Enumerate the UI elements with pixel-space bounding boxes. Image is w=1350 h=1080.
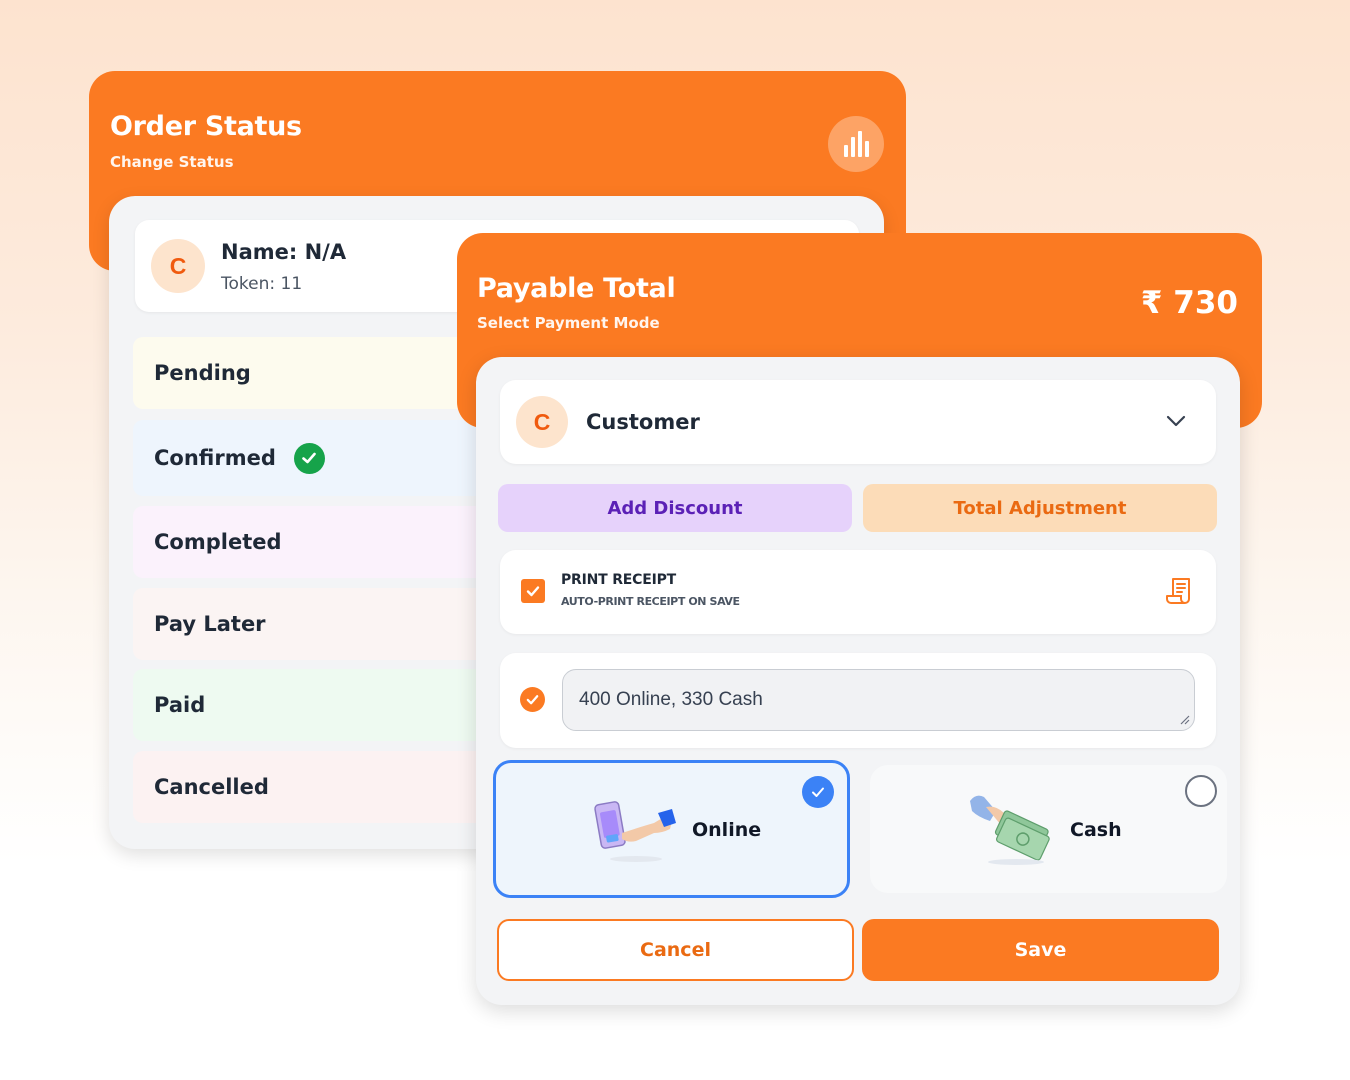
bar-chart-icon-bar xyxy=(850,137,855,157)
customer-name: Name: N/A xyxy=(221,240,347,264)
payment-mode-online[interactable]: Online xyxy=(493,760,850,898)
print-receipt-checkbox[interactable] xyxy=(521,579,545,603)
online-payment-icon xyxy=(594,801,676,862)
payment-note-check[interactable] xyxy=(520,687,545,712)
stats-button[interactable] xyxy=(828,116,884,172)
customer-select[interactable]: C Customer xyxy=(500,380,1216,464)
status-label: Pending xyxy=(154,361,251,385)
avatar: C xyxy=(151,239,205,293)
status-label: Confirmed xyxy=(154,446,276,470)
payment-note-box xyxy=(500,653,1216,748)
total-adjustment-button[interactable]: Total Adjustment xyxy=(863,484,1217,532)
checkmark-icon xyxy=(526,586,540,597)
print-receipt-subtitle: AUTO-PRINT RECEIPT ON SAVE xyxy=(561,595,740,608)
bar-chart-icon-bar xyxy=(864,141,869,157)
selected-check-icon xyxy=(802,776,834,808)
status-label: Cancelled xyxy=(154,775,269,799)
order-status-subtitle: Change Status xyxy=(110,153,234,171)
resize-grip-icon xyxy=(1180,715,1190,725)
order-token: Token: 11 xyxy=(221,274,303,294)
order-status-title: Order Status xyxy=(110,111,302,142)
payment-mode-cash[interactable]: Cash xyxy=(870,765,1227,893)
check-circle-icon xyxy=(293,442,325,474)
cancel-button[interactable]: Cancel xyxy=(497,919,854,981)
status-label: Paid xyxy=(154,693,206,717)
payment-title: Payable Total xyxy=(477,273,676,304)
cash-payment-icon xyxy=(970,795,1050,865)
payment-body: C Customer Add Discount Total Adjustment… xyxy=(476,357,1240,1005)
checkmark-icon xyxy=(526,695,539,705)
bar-chart-icon-bar xyxy=(857,131,862,157)
payable-amount: ₹ 730 xyxy=(1140,285,1238,321)
print-receipt-option: PRINT RECEIPT AUTO-PRINT RECEIPT ON SAVE xyxy=(500,550,1216,634)
status-label: Completed xyxy=(154,530,282,554)
print-receipt-title: PRINT RECEIPT xyxy=(561,572,676,588)
bar-chart-icon xyxy=(843,145,848,157)
receipt-icon xyxy=(1166,578,1190,604)
customer-select-label: Customer xyxy=(586,410,700,434)
payment-mode-label: Online xyxy=(692,819,762,841)
save-button[interactable]: Save xyxy=(862,919,1219,981)
chevron-down-icon xyxy=(1166,415,1186,427)
payment-note-input[interactable] xyxy=(562,669,1195,731)
avatar: C xyxy=(516,396,568,448)
payment-subtitle: Select Payment Mode xyxy=(477,314,660,332)
add-discount-button[interactable]: Add Discount xyxy=(498,484,852,532)
unselected-radio[interactable] xyxy=(1185,775,1217,807)
payment-card: Payable Total Select Payment Mode ₹ 730 … xyxy=(457,233,1262,1005)
status-label: Pay Later xyxy=(154,612,266,636)
payment-mode-label: Cash xyxy=(1070,819,1122,841)
